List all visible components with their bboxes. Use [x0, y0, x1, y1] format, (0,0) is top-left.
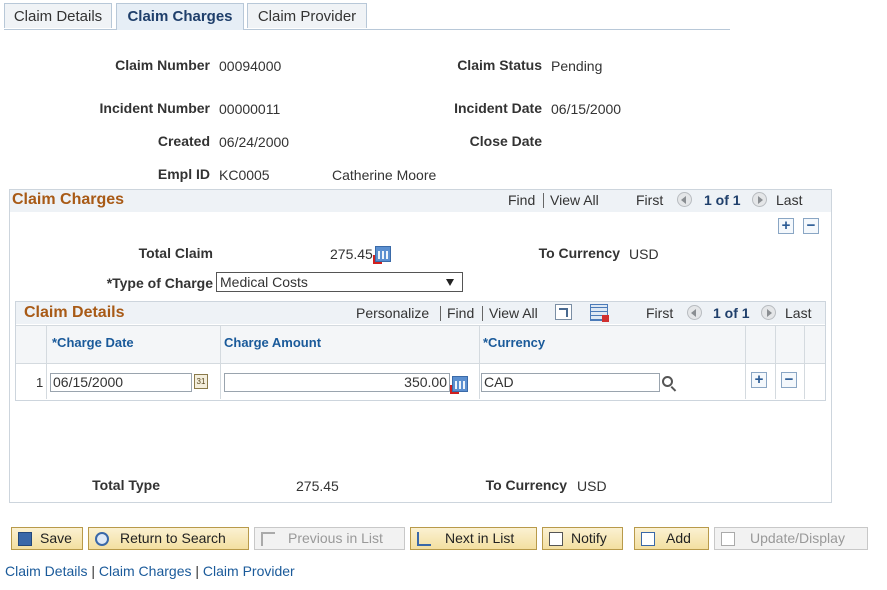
- chevron-left-icon[interactable]: [677, 192, 692, 207]
- grid-column-header: [16, 325, 825, 364]
- type-of-charge-value: Medical Costs: [220, 274, 308, 290]
- delete-row-icon[interactable]: −: [781, 372, 797, 388]
- column-header-charge-date[interactable]: *Charge Date: [52, 335, 134, 350]
- claim-status-label: Claim Status: [457, 57, 542, 73]
- incident-number-label: Incident Number: [99, 100, 210, 116]
- chevron-left-icon[interactable]: [687, 305, 702, 320]
- column-divider: [745, 325, 746, 399]
- footer-link-claim-charges[interactable]: Claim Charges: [99, 563, 192, 579]
- column-header-charge-amount[interactable]: Charge Amount: [224, 335, 321, 350]
- details-view-all-link[interactable]: View All: [489, 305, 538, 321]
- calculator-icon[interactable]: [452, 376, 468, 392]
- charges-pager: 1 of 1: [704, 192, 741, 208]
- type-of-charge-label: *Type of Charge: [106, 275, 213, 291]
- charges-last-label: Last: [776, 192, 803, 208]
- tab-bar: Claim Details Claim Charges Claim Provid…: [4, 3, 730, 30]
- column-header-currency[interactable]: *Currency: [483, 335, 545, 350]
- add-icon: [641, 532, 655, 546]
- delete-row-icon[interactable]: −: [803, 218, 819, 234]
- column-divider: [775, 325, 776, 399]
- charges-first-label: First: [636, 192, 664, 208]
- total-type-value: 275.45: [296, 478, 339, 494]
- calendar-icon[interactable]: 31: [194, 374, 208, 389]
- tab-label: Claim Charges: [127, 8, 233, 25]
- chevron-right-icon[interactable]: [752, 192, 767, 207]
- return-to-search-button[interactable]: Return to Search: [88, 527, 249, 550]
- claim-status-value: Pending: [551, 58, 603, 74]
- column-divider: [220, 325, 221, 399]
- total-claim-value: 275.45: [330, 246, 373, 262]
- incident-number-value: 00000011: [219, 101, 281, 117]
- column-divider: [46, 325, 47, 399]
- chevron-right-icon[interactable]: [761, 305, 776, 320]
- details-pager: 1 of 1: [713, 305, 750, 321]
- charges-find-link[interactable]: Find: [508, 192, 535, 208]
- created-label: Created: [157, 133, 210, 149]
- footer-link-claim-provider[interactable]: Claim Provider: [203, 563, 295, 579]
- created-value: 06/24/2000: [219, 134, 290, 150]
- tab-claim-provider[interactable]: Claim Provider: [247, 3, 367, 28]
- empl-id-label: Empl ID: [157, 166, 210, 182]
- empl-id-value: KC0005: [219, 167, 270, 183]
- total-claim-label: Total Claim: [138, 245, 213, 261]
- calculator-icon[interactable]: [375, 246, 391, 262]
- row-number: 1: [36, 375, 44, 390]
- column-divider: [804, 325, 805, 399]
- tab-claim-charges[interactable]: Claim Charges: [116, 3, 244, 30]
- currency-input[interactable]: CAD: [481, 373, 660, 392]
- incident-date-value: 06/15/2000: [551, 101, 622, 117]
- arrow-down-icon: [417, 532, 431, 546]
- previous-in-list-button[interactable]: Previous in List: [254, 527, 405, 550]
- search-icon[interactable]: [662, 376, 677, 392]
- charge-amount-input[interactable]: 350.00: [224, 373, 450, 392]
- type-of-charge-select[interactable]: Medical Costs: [216, 272, 463, 292]
- details-last-label: Last: [785, 305, 812, 321]
- claim-number-label: Claim Number: [115, 57, 210, 73]
- add-row-icon[interactable]: +: [751, 372, 767, 388]
- employee-name: Catherine Moore: [332, 167, 437, 183]
- tab-label: Claim Provider: [257, 8, 357, 25]
- personalize-link[interactable]: Personalize: [356, 305, 429, 321]
- total-type-label: Total Type: [92, 477, 160, 493]
- chevron-down-icon: [446, 279, 454, 286]
- to-currency-value: USD: [629, 246, 659, 262]
- add-button[interactable]: Add: [634, 527, 709, 550]
- separator: [440, 306, 441, 321]
- to-currency-value: USD: [577, 478, 607, 494]
- update-display-button[interactable]: Update/Display: [714, 527, 868, 550]
- incident-date-label: Incident Date: [454, 100, 542, 116]
- separator: [482, 306, 483, 321]
- zoom-icon[interactable]: [555, 304, 572, 320]
- charge-date-input[interactable]: 06/15/2000: [50, 373, 192, 392]
- to-currency-label: To Currency: [538, 245, 620, 261]
- details-first-label: First: [646, 305, 674, 321]
- details-find-link[interactable]: Find: [447, 305, 474, 321]
- separator: [543, 193, 544, 208]
- next-in-list-button[interactable]: Next in List: [410, 527, 537, 550]
- notify-icon: [549, 532, 563, 546]
- claim-details-title: Claim Details: [24, 304, 125, 321]
- add-row-icon[interactable]: +: [778, 218, 794, 234]
- arrow-up-icon: [261, 532, 275, 546]
- column-divider: [479, 325, 480, 399]
- charges-view-all-link[interactable]: View All: [550, 192, 599, 208]
- save-icon: [18, 532, 32, 546]
- notify-button[interactable]: Notify: [542, 527, 623, 550]
- close-date-label: Close Date: [469, 133, 542, 149]
- footer-links: Claim Details | Claim Charges | Claim Pr…: [5, 563, 295, 579]
- update-display-icon: [721, 532, 735, 546]
- save-button[interactable]: Save: [11, 527, 83, 550]
- footer-link-claim-details[interactable]: Claim Details: [5, 563, 87, 579]
- claim-number-value: 00094000: [219, 58, 282, 74]
- to-currency-label: To Currency: [485, 477, 567, 493]
- download-grid-icon[interactable]: [590, 304, 609, 322]
- tab-label: Claim Details: [13, 8, 103, 25]
- claim-charges-title: Claim Charges: [12, 191, 125, 208]
- tab-claim-details[interactable]: Claim Details: [4, 3, 112, 28]
- search-icon: [95, 532, 109, 546]
- separator: |: [195, 563, 200, 579]
- separator: |: [91, 563, 95, 579]
